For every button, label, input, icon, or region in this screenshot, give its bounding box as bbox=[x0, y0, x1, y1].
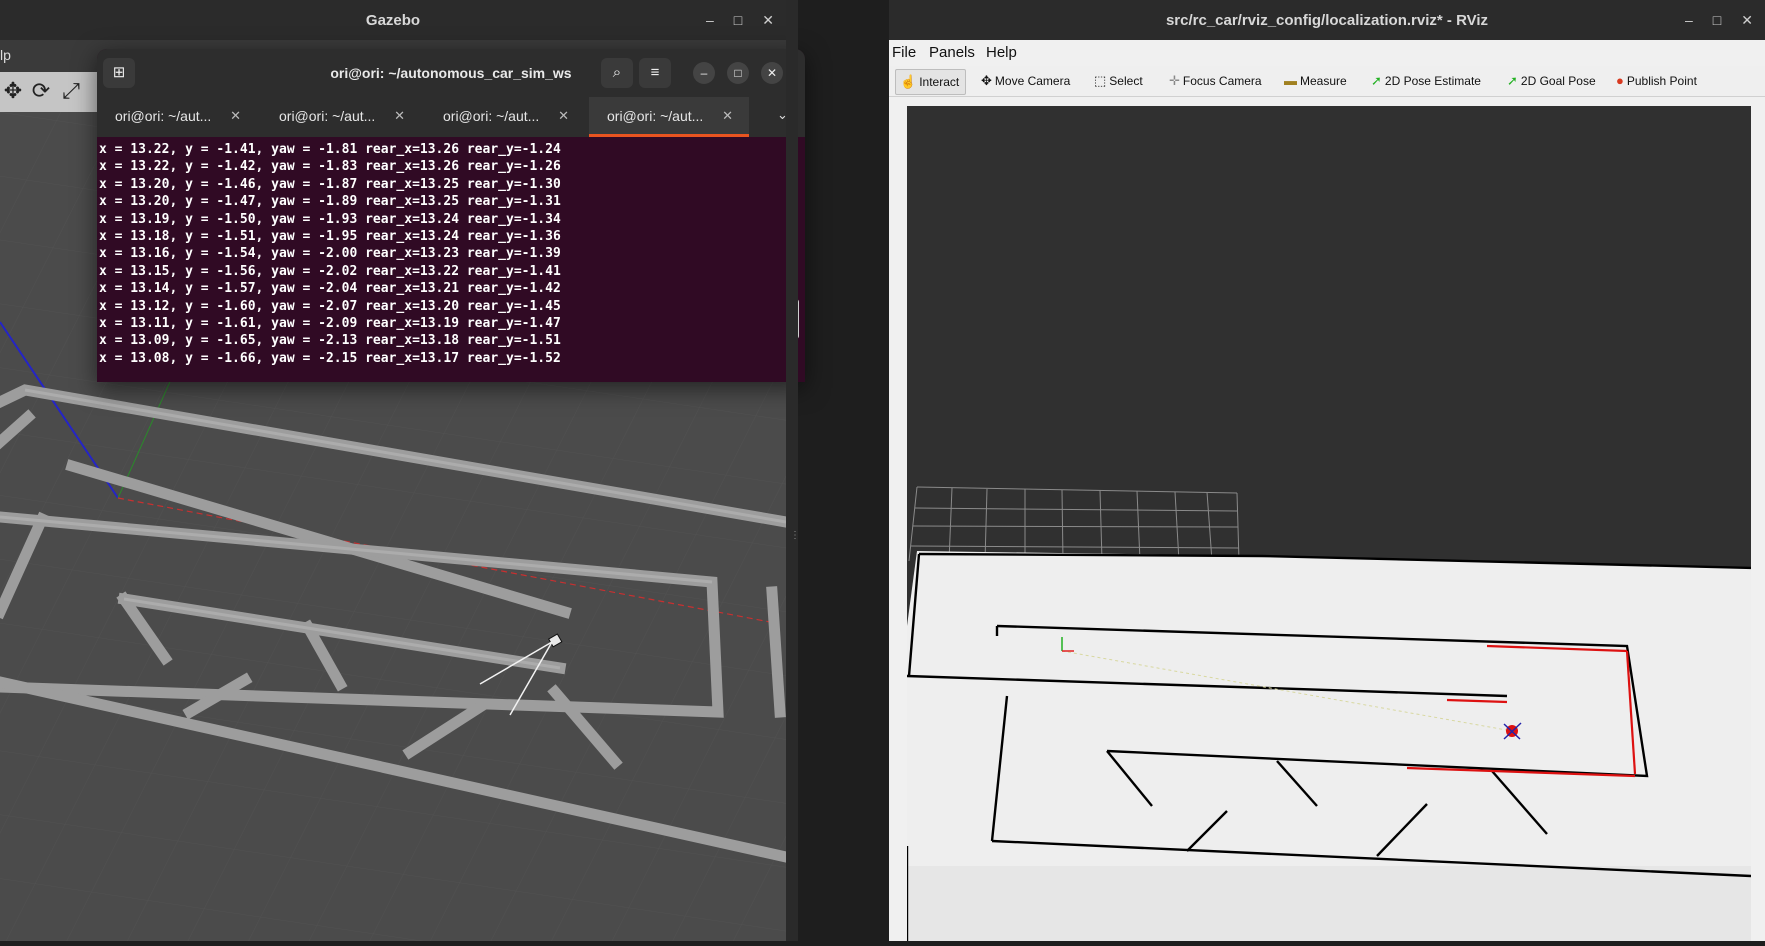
map-pin-icon: ● bbox=[1616, 73, 1624, 88]
terminal-tab-bar: ori@ori: ~/aut... ✕ ori@ori: ~/aut... ✕ … bbox=[97, 97, 805, 137]
menu-file[interactable]: File bbox=[892, 44, 916, 61]
tool-label: 2D Pose Estimate bbox=[1384, 74, 1481, 88]
terminal-line: x = 13.20, y = -1.46, yaw = -1.87 rear_x… bbox=[99, 176, 561, 192]
tool-label: 2D Goal Pose bbox=[1520, 74, 1596, 88]
terminal-line: x = 13.12, y = -1.60, yaw = -2.07 rear_x… bbox=[99, 298, 561, 314]
rviz-maximize-button[interactable]: □ bbox=[1713, 12, 1721, 28]
select-box-icon: ⬚ bbox=[1094, 73, 1107, 88]
terminal-window: ⊞ ori@ori: ~/autonomous_car_sim_ws ⌕ ≡ –… bbox=[97, 49, 805, 382]
tool-2d-goal-pose[interactable]: ➚ 2D Goal Pose bbox=[1503, 69, 1602, 93]
tab-close-icon[interactable]: ✕ bbox=[394, 97, 405, 135]
rotate-mode-icon[interactable]: ⟳ bbox=[28, 78, 54, 104]
translate-mode-icon[interactable]: ✥ bbox=[0, 78, 26, 104]
rviz-title: src/rc_car/rviz_config/localization.rviz… bbox=[1165, 11, 1489, 29]
terminal-close-button[interactable]: ✕ bbox=[761, 62, 783, 84]
menu-panels[interactable]: Panels bbox=[929, 44, 975, 61]
terminal-line: x = 13.08, y = -1.66, yaw = -2.15 rear_x… bbox=[99, 350, 561, 366]
terminal-maximize-button[interactable]: □ bbox=[727, 62, 749, 84]
rviz-toolbar: ☝ Interact ✥ Move Camera ⬚ Select ✛ Focu… bbox=[889, 66, 1765, 97]
rviz-3d-view[interactable] bbox=[905, 106, 1756, 941]
gazebo-minimize-button[interactable]: – bbox=[706, 12, 714, 28]
rviz-window: src/rc_car/rviz_config/localization.rviz… bbox=[889, 0, 1765, 941]
tab-label: ori@ori: ~/aut... bbox=[115, 108, 212, 124]
terminal-line: x = 13.19, y = -1.50, yaw = -1.93 rear_x… bbox=[99, 211, 561, 227]
gazebo-help-menu[interactable]: lp bbox=[0, 47, 11, 63]
rviz-window-controls: – □ ✕ bbox=[1685, 0, 1765, 40]
tool-publish-point[interactable]: ● Publish Point bbox=[1612, 69, 1703, 93]
tab-label: ori@ori: ~/aut... bbox=[443, 108, 540, 124]
ruler-icon: ▬ bbox=[1284, 73, 1297, 88]
tool-label: Move Camera bbox=[994, 74, 1071, 88]
tab-close-icon[interactable]: ✕ bbox=[230, 97, 241, 135]
tab-close-icon[interactable]: ✕ bbox=[722, 97, 733, 135]
tab-label: ori@ori: ~/aut... bbox=[607, 108, 704, 124]
rviz-minimize-button[interactable]: – bbox=[1685, 12, 1693, 28]
terminal-line: x = 13.22, y = -1.41, yaw = -1.81 rear_x… bbox=[99, 142, 561, 157]
tool-move-camera[interactable]: ✥ Move Camera bbox=[977, 69, 1076, 93]
tool-label: Measure bbox=[1300, 74, 1347, 88]
goal-arrow-icon: ➚ bbox=[1507, 73, 1518, 88]
terminal-tab[interactable]: ori@ori: ~/aut... ✕ bbox=[425, 97, 585, 137]
tool-label: Focus Camera bbox=[1182, 74, 1262, 88]
tab-label: ori@ori: ~/aut... bbox=[279, 108, 376, 124]
search-icon[interactable]: ⌕ bbox=[601, 58, 633, 88]
move-camera-icon: ✥ bbox=[981, 73, 992, 88]
tool-label: Select bbox=[1109, 74, 1143, 88]
gazebo-titlebar: Gazebo bbox=[0, 0, 786, 40]
hamburger-menu-icon[interactable]: ≡ bbox=[639, 58, 671, 88]
gazebo-title: Gazebo bbox=[365, 11, 421, 29]
terminal-minimize-button[interactable]: – bbox=[693, 62, 715, 84]
menu-help[interactable]: Help bbox=[986, 44, 1017, 61]
tool-label: Publish Point bbox=[1626, 74, 1697, 88]
terminal-tab-active[interactable]: ori@ori: ~/aut... ✕ bbox=[589, 97, 749, 137]
focus-camera-icon: ✛ bbox=[1169, 73, 1180, 88]
tool-focus-camera[interactable]: ✛ Focus Camera bbox=[1165, 69, 1268, 93]
rviz-titlebar: src/rc_car/rviz_config/localization.rviz… bbox=[889, 0, 1765, 40]
gazebo-window-controls: – □ ✕ bbox=[706, 0, 786, 40]
scale-mode-icon[interactable]: ⤢ bbox=[58, 78, 84, 104]
terminal-output[interactable]: x = 13.22, y = -1.41, yaw = -1.81 rear_x… bbox=[97, 137, 805, 382]
rviz-map-render bbox=[905, 106, 1756, 941]
terminal-line: x = 13.16, y = -1.54, yaw = -2.00 rear_x… bbox=[99, 246, 561, 262]
terminal-line: x = 13.09, y = -1.65, yaw = -2.13 rear_x… bbox=[99, 333, 561, 349]
tool-interact[interactable]: ☝ Interact bbox=[895, 69, 967, 95]
window-divider[interactable]: ⋮ bbox=[786, 0, 800, 941]
terminal-line: x = 13.22, y = -1.42, yaw = -1.83 rear_x… bbox=[99, 159, 561, 175]
hand-cursor-icon: ☝ bbox=[900, 74, 917, 89]
gazebo-maximize-button[interactable]: □ bbox=[734, 12, 742, 28]
terminal-line: x = 13.15, y = -1.56, yaw = -2.02 rear_x… bbox=[99, 263, 561, 279]
terminal-line: x = 13.20, y = -1.47, yaw = -1.89 rear_x… bbox=[99, 194, 561, 210]
rviz-menubar: File Panels Help bbox=[889, 40, 1765, 66]
terminal-tab[interactable]: ori@ori: ~/aut... ✕ bbox=[97, 97, 257, 137]
tool-2d-pose-estimate[interactable]: ➚ 2D Pose Estimate bbox=[1367, 69, 1487, 93]
terminal-line: x = 13.11, y = -1.61, yaw = -2.09 rear_x… bbox=[99, 315, 561, 331]
tool-select[interactable]: ⬚ Select bbox=[1090, 69, 1149, 93]
drag-handle-icon[interactable]: ⋮ bbox=[790, 530, 800, 541]
pose-arrow-icon: ➚ bbox=[1371, 73, 1382, 88]
terminal-line: x = 13.18, y = -1.51, yaw = -1.95 rear_x… bbox=[99, 228, 561, 244]
rviz-close-button[interactable]: ✕ bbox=[1741, 12, 1753, 29]
tool-label: Interact bbox=[919, 75, 960, 89]
tool-measure[interactable]: ▬ Measure bbox=[1280, 69, 1353, 93]
terminal-line: x = 13.14, y = -1.57, yaw = -2.04 rear_x… bbox=[99, 281, 561, 297]
gazebo-close-button[interactable]: ✕ bbox=[762, 12, 774, 29]
terminal-header: ⊞ ori@ori: ~/autonomous_car_sim_ws ⌕ ≡ –… bbox=[97, 49, 805, 97]
tab-close-icon[interactable]: ✕ bbox=[558, 97, 569, 135]
terminal-tab[interactable]: ori@ori: ~/aut... ✕ bbox=[261, 97, 421, 137]
